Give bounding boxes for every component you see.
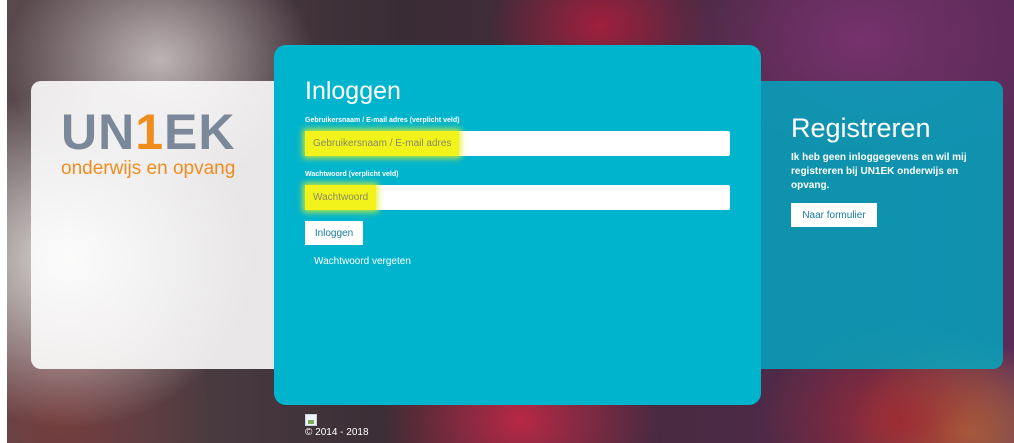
register-description: Ik heb geen inloggegevens en wil mij reg… — [791, 152, 967, 191]
copyright-text: © 2014 - 2018 — [305, 427, 369, 438]
page-edge — [0, 0, 7, 443]
username-label: Gebruikersnaam / E-mail adres (verplicht… — [305, 117, 460, 124]
logo-tagline: onderwijs en opvang — [61, 158, 236, 179]
password-input[interactable]: Wachtwoord — [305, 185, 730, 210]
username-placeholder: Gebruikersnaam / E-mail adres — [305, 131, 460, 156]
register-form-button[interactable]: Naar formulier — [791, 203, 877, 227]
username-input[interactable]: Gebruikersnaam / E-mail adres — [305, 131, 730, 156]
broken-image-icon — [305, 414, 317, 426]
password-placeholder: Wachtwoord — [305, 185, 377, 210]
password-label: Wachtwoord (verplicht veld) — [305, 171, 399, 178]
logo: UN1EK onderwijs en opvang — [61, 107, 236, 180]
login-card: Inloggen Gebruikersnaam / E-mail adres (… — [274, 45, 761, 405]
login-button[interactable]: Inloggen — [305, 221, 363, 245]
logo-wordmark: UN1EK — [61, 107, 236, 157]
login-title: Inloggen — [305, 77, 401, 105]
register-title: Registreren — [791, 113, 931, 143]
logo-card: UN1EK onderwijs en opvang — [31, 81, 301, 369]
logo-part-one: 1 — [135, 104, 165, 160]
register-card: Registreren Ik heb geen inloggegevens en… — [735, 81, 1003, 369]
logo-part-ek: EK — [164, 104, 236, 160]
logo-part-un: UN — [61, 104, 136, 160]
forgot-password-link[interactable]: Wachtwoord vergeten — [314, 256, 411, 267]
